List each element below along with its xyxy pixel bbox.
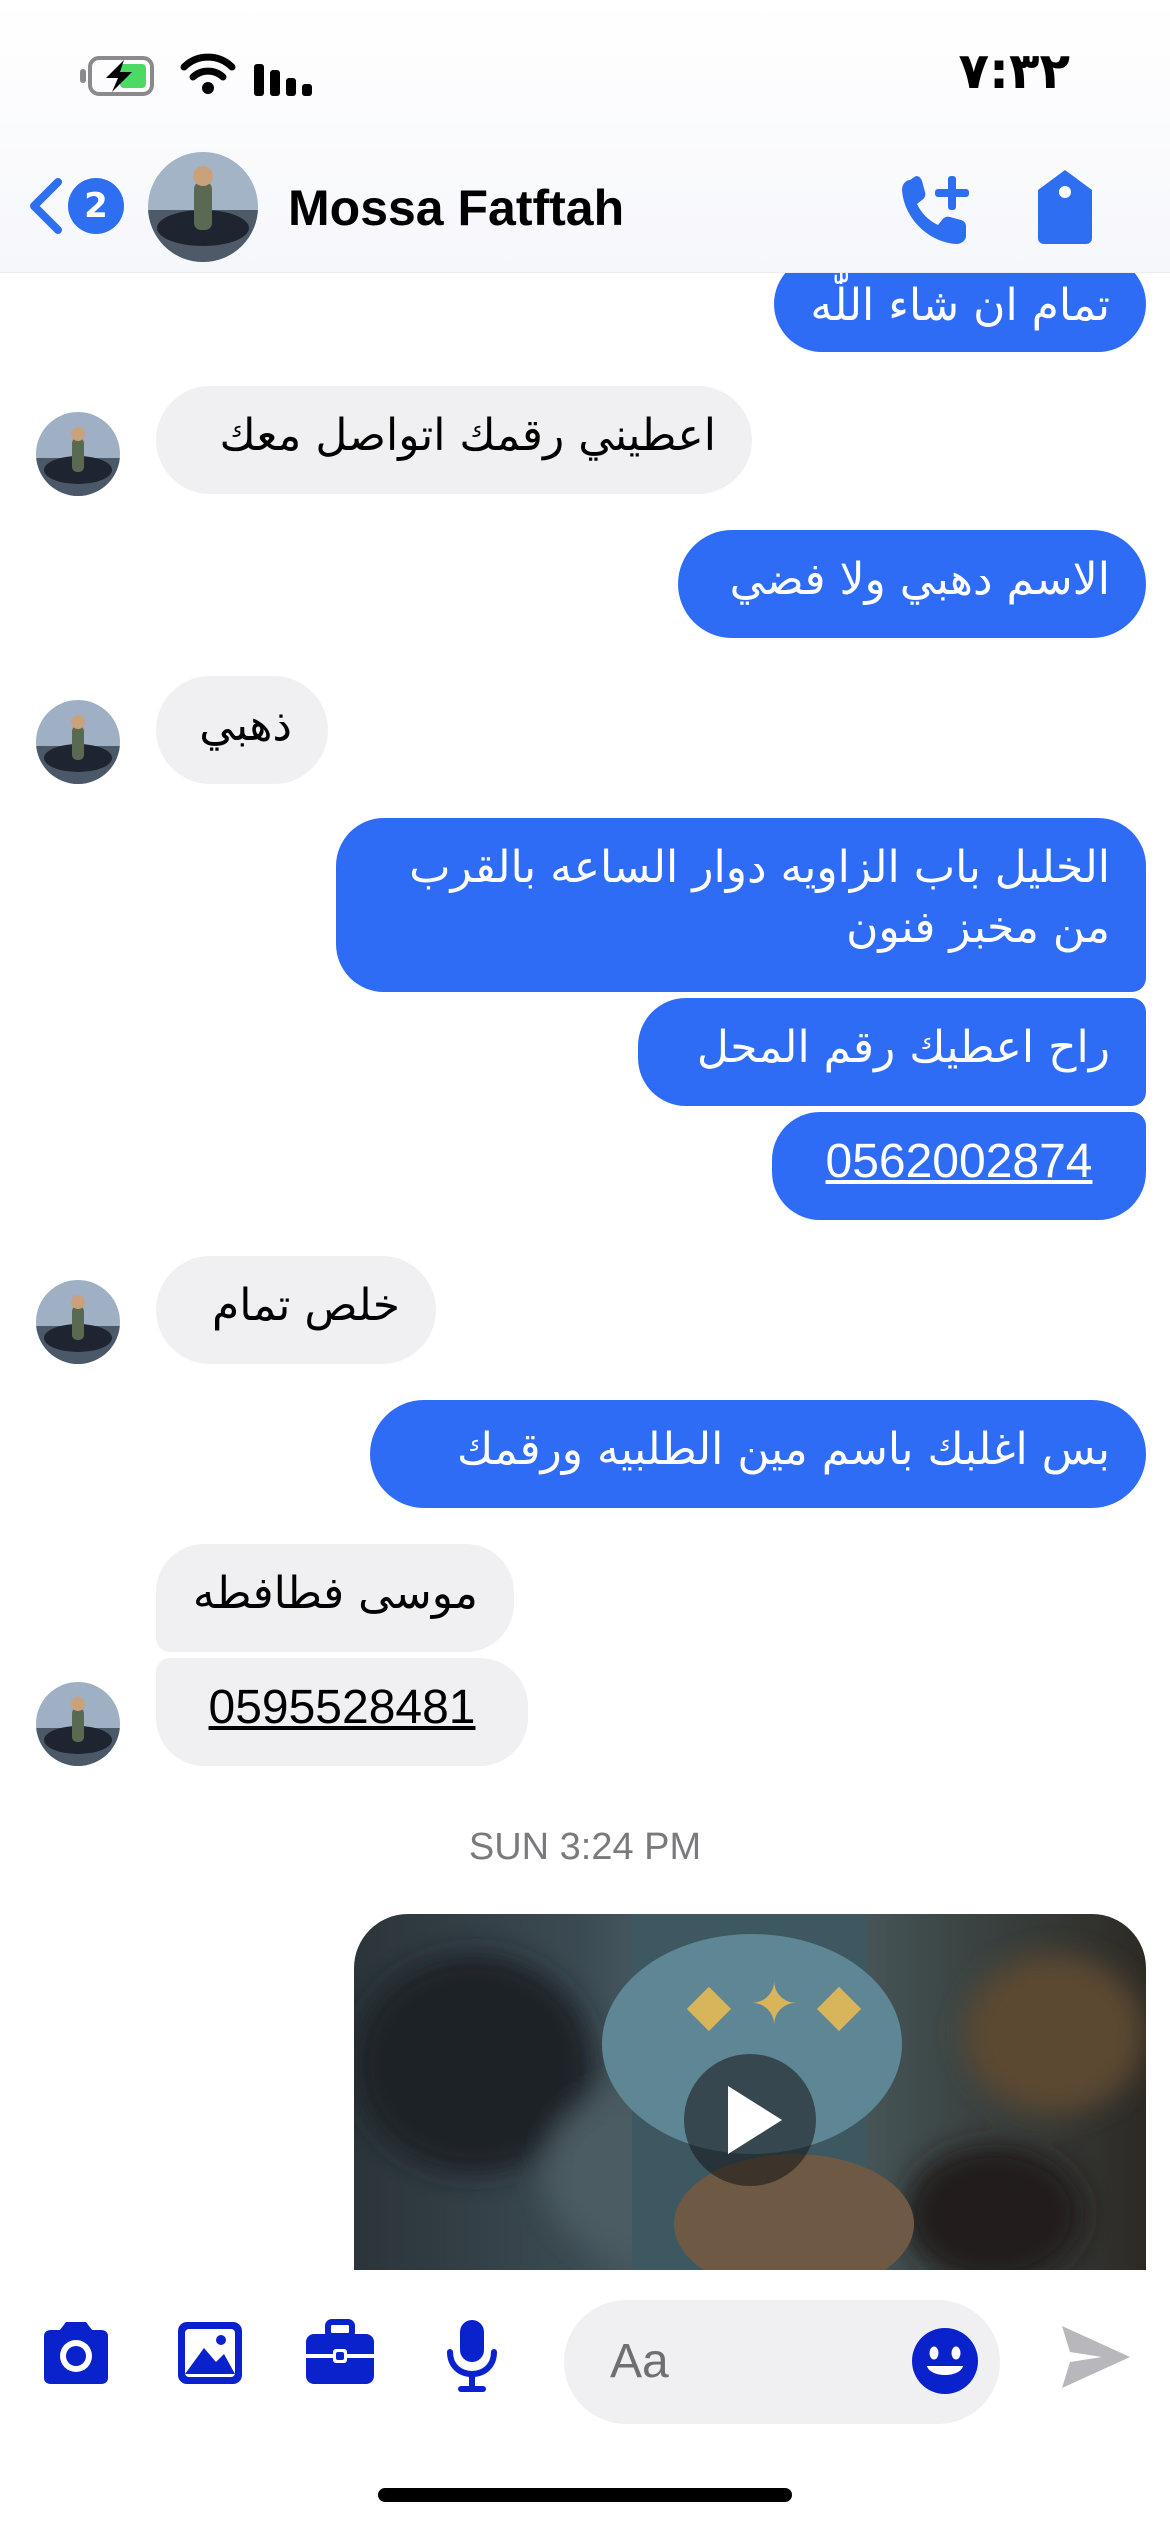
home-indicator [378,2488,792,2502]
emoji-icon[interactable] [910,2326,980,2396]
message-bubble-incoming[interactable]: موسى فطافطه [156,1544,514,1652]
tag-icon[interactable] [1032,166,1098,246]
contact-avatar[interactable] [36,700,120,784]
cellular-signal-icon [254,64,312,96]
message-bubble-outgoing[interactable]: الاسم دهبي ولا فضي [678,530,1146,638]
conversation-header: ٧:٣٢ 2 Mossa Fatftah [0,0,1170,273]
phone-plus-icon[interactable] [896,166,976,246]
microphone-icon[interactable] [444,2318,500,2394]
unread-count-badge: 2 [68,178,124,234]
video-thumbnail: ◆ ✦ ◆ [354,1914,1144,2270]
contact-avatar[interactable] [36,1280,120,1364]
message-bubble-outgoing[interactable]: الخليل باب الزاويه دوار الساعه بالقرب من… [336,818,1146,992]
message-bubble-outgoing[interactable]: بس اغلبك باسم مين الطلبيه ورقمك [370,1400,1146,1508]
message-text: بس اغلبك باسم مين الطلبيه ورقمك [456,1424,1110,1475]
message-bubble-incoming[interactable]: خلص تمام [156,1256,436,1364]
message-text: الاسم دهبي ولا فضي [729,554,1110,605]
timestamp: SUN 3:24 PM [468,1826,702,1868]
message-bubble-incoming[interactable]: ذهبي [156,676,328,784]
contact-avatar[interactable] [148,152,258,262]
message-text-line: من مخبز فنون [846,902,1110,953]
contact-name[interactable]: Mossa Fatftah [288,176,788,240]
message-text: اعطيني رقمك اتواصل معك [219,410,716,461]
message-bubble-outgoing[interactable]: راح اعطيك رقم المحل [638,998,1146,1106]
message-text: موسى فطافطه [192,1568,478,1619]
camera-icon[interactable] [36,2318,116,2388]
message-text: راح اعطيك رقم المحل [696,1022,1110,1073]
contact-avatar[interactable] [36,1682,120,1766]
phone-number-link[interactable]: 0595528481 [156,1658,528,1766]
message-thread[interactable]: تمام ان شاء اللّٰه اعطيني رقمك اتواصل مع… [0,0,1170,2270]
svg-text:◆ ✦ ◆: ◆ ✦ ◆ [687,1970,862,2038]
status-time: ٧:٣٢ [958,42,1070,100]
message-bubble-incoming[interactable]: اعطيني رقمك اتواصل معك [156,386,752,494]
send-icon[interactable] [1058,2322,1134,2392]
message-input-placeholder: Aa [610,2335,669,2388]
image-icon[interactable] [174,2318,246,2388]
message-text: تمام ان شاء اللّٰه [810,280,1110,331]
back-button[interactable]: 2 [26,172,124,242]
contact-avatar[interactable] [36,412,120,496]
message-text: خلص تمام [212,1280,400,1331]
wifi-icon [180,53,236,94]
message-text-line: الخليل باب الزاويه دوار الساعه بالقرب [409,842,1110,893]
message-text: 0562002874 [825,1135,1093,1188]
battery-charging-icon [80,56,154,96]
message-text: 0595528481 [208,1681,476,1734]
message-text: ذهبي [199,700,292,751]
message-input[interactable]: Aa [564,2300,1000,2424]
video-message[interactable]: ◆ ✦ ◆ [354,1914,1146,2270]
briefcase-icon[interactable] [302,2318,378,2388]
phone-number-link[interactable]: 0562002874 [772,1112,1146,1220]
chevron-left-icon [30,178,62,234]
